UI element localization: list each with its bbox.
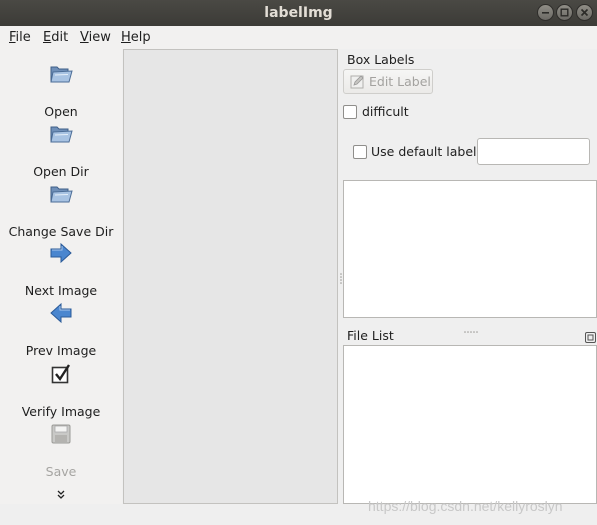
use-default-label-checkbox[interactable] [353,145,367,159]
next-image-button[interactable]: Next Image [0,239,122,298]
floppy-disk-icon [47,420,75,448]
close-button[interactable] [576,4,593,21]
close-icon [580,8,589,17]
menu-view-label: iew [88,30,111,45]
folder-open-icon [47,120,75,148]
menu-help-mnemonic: H [121,30,131,45]
folder-open-icon [47,180,75,208]
menu-bar: File Edit View Help [0,26,597,49]
image-canvas[interactable] [123,49,338,504]
window-title: labelImg [264,5,333,21]
labelimg-window: labelImg File Edit View Help Open Open D… [0,0,597,525]
save-button[interactable]: Save [0,420,122,479]
save-label: Save [45,464,77,479]
minimize-icon [542,12,549,14]
watermark: https://blog.csdn.net/kellyroslyn [368,498,563,514]
open-label: Open [44,104,78,119]
maximize-button[interactable] [556,4,573,21]
open-button[interactable]: Open [0,60,122,119]
arrow-left-icon [47,299,75,327]
grip-dots-icon [340,273,342,284]
prev-image-button[interactable]: Prev Image [0,299,122,358]
use-default-label-text: Use default label [371,144,477,159]
grip-dots-icon [464,331,478,333]
next-image-label: Next Image [24,283,98,298]
verify-image-label: Verify Image [21,404,101,419]
edit-pencil-icon [350,74,365,92]
menu-edit[interactable]: Edit [41,29,70,47]
menu-view-mnemonic: V [80,30,89,45]
menu-edit-mnemonic: E [43,30,52,45]
prev-image-label: Prev Image [25,343,97,358]
canvas-splitter-handle[interactable] [340,271,342,285]
menu-file[interactable]: File [7,29,33,47]
menu-help-label: elp [130,30,151,45]
menu-file-label: ile [15,30,31,45]
minimize-button[interactable] [537,4,554,21]
checkbox-check-icon [47,360,75,388]
dock-splitter-handle[interactable] [463,319,479,333]
label-list[interactable] [343,180,597,318]
change-save-dir-label: Change Save Dir [8,224,114,239]
change-save-dir-button[interactable]: Change Save Dir [0,180,122,239]
folder-open-icon [47,60,75,88]
float-window-icon [585,332,596,343]
toolbar-extension-button[interactable] [54,490,68,502]
verify-image-button[interactable]: Verify Image [0,360,122,419]
maximize-icon [560,8,569,17]
menu-edit-label: dit [51,30,69,45]
default-label-input[interactable] [477,138,590,165]
title-bar[interactable]: labelImg [0,0,597,26]
dock-float-button[interactable] [585,328,596,343]
chevron-double-down-icon [57,490,65,499]
left-toolbar: Open Open Dir Change Save Dir Next Image… [0,49,122,504]
box-labels-title: Box Labels [347,52,415,67]
menu-help[interactable]: Help [119,29,153,47]
arrow-right-icon [47,239,75,267]
file-list-title: File List [347,328,394,343]
difficult-checkbox[interactable] [343,105,357,119]
open-dir-button[interactable]: Open Dir [0,120,122,179]
edit-label-button[interactable]: Edit Label [343,69,433,94]
menu-view[interactable]: View [78,29,113,47]
right-dock: Box Labels Edit Label difficult Use defa… [338,49,597,504]
difficult-label: difficult [362,104,409,119]
open-dir-label: Open Dir [33,164,89,179]
file-list[interactable] [343,345,597,504]
edit-label-text: Edit Label [369,74,431,89]
